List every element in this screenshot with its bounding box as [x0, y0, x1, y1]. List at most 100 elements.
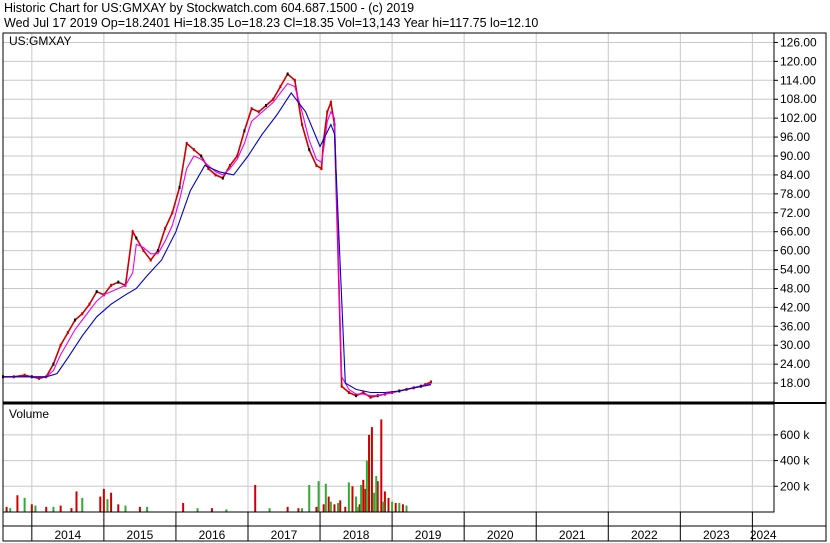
volume-bar	[360, 485, 363, 512]
price-tick-label: 30.00	[780, 338, 810, 352]
volume-bar	[398, 503, 401, 512]
price-point	[329, 100, 332, 104]
price-tick-label: 108.00	[780, 92, 817, 106]
price-point	[149, 258, 152, 262]
price-point	[340, 384, 343, 388]
price-series-line	[3, 72, 432, 399]
volume-bar	[124, 505, 127, 512]
year-label: 2019	[415, 528, 442, 542]
price-tick-label: 48.00	[780, 281, 810, 295]
volume-bar	[375, 476, 378, 512]
price-series-line	[3, 82, 432, 397]
volume-bar	[405, 505, 408, 512]
price-point	[135, 236, 138, 240]
price-point	[326, 110, 329, 114]
volume-tick-label: 200 k	[780, 479, 810, 493]
price-point	[117, 280, 120, 284]
price-tick-label: 78.00	[780, 187, 810, 201]
volume-bar	[370, 427, 373, 512]
price-frame	[2, 32, 775, 403]
volume-bar	[16, 495, 19, 512]
volume-bar	[380, 419, 383, 512]
price-point	[279, 85, 282, 89]
volume-bar	[329, 501, 332, 512]
price-point	[192, 148, 195, 152]
axes: 126.00 120.00 114.00 108.00 102.00 96.00 90.00…	[2, 32, 827, 542]
year-label: 2023	[703, 528, 730, 542]
volume-bar	[308, 485, 311, 512]
volume-bar	[365, 460, 368, 512]
price-tick-label: 36.00	[780, 319, 810, 333]
volume-frame	[2, 403, 775, 513]
price-point	[95, 290, 98, 294]
volume-bar	[347, 482, 350, 512]
volume-bar	[297, 508, 300, 512]
volume-bar	[102, 488, 105, 512]
year-label: 2014	[54, 528, 81, 542]
volume-bar	[70, 508, 73, 512]
price-point	[293, 78, 296, 82]
price-point	[131, 230, 134, 234]
price-point	[308, 148, 311, 152]
volume-panel-title: Volume	[9, 407, 49, 421]
volume-bar	[286, 506, 289, 512]
volume-bar	[324, 483, 327, 512]
volume-bar	[117, 504, 120, 512]
volume-bar	[5, 506, 8, 512]
volume-tick-label: 600 k	[780, 428, 810, 442]
year-label: 2017	[271, 528, 298, 542]
price-point	[171, 211, 174, 215]
year-label: 2024	[750, 528, 777, 542]
price-point	[74, 318, 77, 322]
price-point	[110, 283, 113, 287]
year-label: 2016	[199, 528, 226, 542]
price-point	[315, 163, 318, 167]
volume-bar	[355, 496, 358, 512]
price-tick-label: 72.00	[780, 206, 810, 220]
volume-bar	[351, 486, 354, 512]
price-tick-label: 84.00	[780, 168, 810, 182]
volume-bar	[394, 503, 397, 512]
volume-bar	[9, 508, 12, 512]
volume-bars	[5, 419, 408, 512]
price-point	[430, 380, 433, 384]
price-point	[23, 373, 26, 377]
price-point	[59, 343, 62, 347]
volume-bar	[182, 503, 185, 512]
price-tick-label: 120.00	[780, 54, 817, 68]
volume-bar	[357, 506, 360, 512]
price-tick-label: 90.00	[780, 149, 810, 163]
volume-bar	[254, 485, 257, 512]
price-point	[228, 163, 231, 167]
volume-bar	[339, 500, 342, 512]
volume-bar	[196, 508, 199, 512]
volume-bar	[23, 497, 26, 512]
price-tick-label: 66.00	[780, 225, 810, 239]
stock-chart: 126.00 120.00 114.00 108.00 102.00 96.00 90.00…	[2, 32, 827, 542]
price-tick-label: 24.00	[780, 357, 810, 371]
volume-bar	[34, 505, 37, 512]
volume-bar	[344, 506, 347, 512]
price-point	[164, 227, 167, 231]
volume-bar	[99, 496, 102, 512]
price-point	[320, 167, 323, 171]
price-point	[257, 110, 260, 114]
price-point	[243, 129, 246, 133]
price-point	[272, 97, 275, 101]
price-panel-title: US:GMXAY	[9, 34, 71, 48]
price-point	[214, 173, 217, 177]
price-point	[81, 312, 84, 316]
price-point	[200, 154, 203, 158]
volume-bar	[391, 501, 394, 512]
year-label: 2015	[127, 528, 154, 542]
volume-bar	[315, 506, 318, 512]
price-tick-label: 60.00	[780, 244, 810, 258]
volume-bar	[75, 491, 78, 512]
price-point	[178, 186, 181, 190]
volume-bar	[322, 504, 325, 512]
year-label: 2018	[343, 528, 370, 542]
volume-bar	[382, 501, 385, 512]
volume-bar	[362, 479, 365, 512]
price-point	[250, 107, 253, 111]
volume-bar	[301, 508, 304, 512]
